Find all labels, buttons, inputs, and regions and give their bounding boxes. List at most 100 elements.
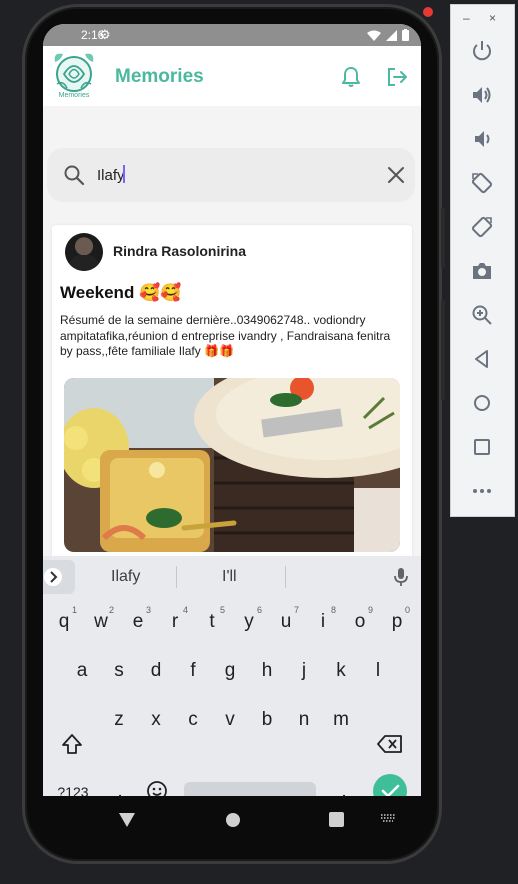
key-hint: 7 [293,605,299,615]
emulator-toolbar: – × [450,4,515,517]
key-label: w [94,611,108,632]
shift-icon [62,734,82,754]
post-body: Résumé de la semaine dernière..034906274… [60,313,391,358]
key-label: i [320,611,326,632]
key-hint: 6 [256,605,262,615]
rotate-left-icon[interactable] [470,171,494,195]
phone-screen: 2:16 ⚙ Memories Memories Ilafy Rindra Ra… [43,24,421,796]
rotate-right-icon[interactable] [470,215,494,239]
chevron-right-icon [44,568,62,586]
key-hint: 2 [108,605,114,615]
expand-toolbar-button[interactable] [43,560,75,594]
back-triangle-icon[interactable] [119,812,135,828]
recents-square-icon[interactable] [329,812,344,827]
key-v[interactable]: v [213,700,247,740]
shift-key[interactable] [55,732,89,762]
key-t[interactable]: t5 [195,602,229,642]
home-circle-icon[interactable] [225,812,241,828]
key-w[interactable]: w2 [84,602,118,642]
volume-up-icon[interactable] [470,83,494,107]
rose-logo-icon [54,53,94,92]
search-input[interactable] [97,164,367,186]
more-icon[interactable] [470,479,494,503]
key-l[interactable]: l [361,651,395,691]
post-card[interactable]: Rindra Rasolonirina Weekend 🥰🥰 Résumé de… [52,225,412,565]
toolbar-window-controls: – × [451,11,516,25]
mic-icon [394,568,408,586]
camera-icon[interactable] [470,259,494,283]
settings-gear-icon: ⚙ [99,27,111,42]
key-a[interactable]: a [65,651,99,691]
key-i[interactable]: i8 [306,602,340,642]
clear-search-button[interactable] [385,164,407,186]
soft-keyboard: Ilafy I'll q1 w2 e3 r4 t5 y6 u7 i8 o9 p … [43,556,421,796]
key-label: q [58,611,70,632]
backspace-key[interactable] [375,734,405,758]
logo-caption: Memories [58,92,90,99]
comma-key[interactable]: , [103,772,137,796]
symbols-key[interactable]: ?123 [55,782,91,796]
key-y[interactable]: y6 [232,602,266,642]
system-nav-bar [43,796,421,844]
key-p[interactable]: p0 [380,602,414,642]
key-n[interactable]: n [287,700,321,740]
key-hint: 0 [404,605,410,615]
keyboard-switch-icon[interactable] [380,814,396,824]
check-icon [381,784,400,796]
key-hint: 1 [71,605,77,615]
text-cursor [123,165,125,183]
overview-icon[interactable] [470,435,494,459]
suggestion-1[interactable]: Ilafy [111,568,140,586]
back-icon[interactable] [470,347,494,371]
key-s[interactable]: s [102,651,136,691]
key-c[interactable]: c [176,700,210,740]
smiley-icon [147,781,167,796]
key-f[interactable]: f [176,651,210,691]
divider [285,566,286,588]
search-bar[interactable] [47,148,415,202]
key-z[interactable]: z [102,700,136,740]
volume-down-icon[interactable] [470,127,494,151]
key-r[interactable]: r4 [158,602,192,642]
avatar[interactable] [65,233,103,271]
key-j[interactable]: j [287,651,321,691]
post-image[interactable] [64,378,400,552]
key-d[interactable]: d [139,651,173,691]
key-hint: 9 [367,605,373,615]
bell-icon [342,67,360,87]
key-hint: 4 [182,605,188,615]
key-label: r [171,611,179,632]
app-bar: Memories Memories [43,46,421,106]
voice-input-button[interactable] [393,567,409,592]
notifications-button[interactable] [339,65,363,89]
key-h[interactable]: h [250,651,284,691]
power-icon[interactable] [470,39,494,63]
key-label: y [244,611,254,632]
enter-key[interactable] [373,774,407,796]
food-photo [64,378,400,552]
post-author[interactable]: Rindra Rasolonirina [113,243,246,259]
space-key[interactable] [184,782,316,796]
home-icon[interactable] [470,391,494,415]
logout-button[interactable] [385,65,409,89]
wifi-icon [367,30,381,41]
suggestion-2[interactable]: I'll [222,568,237,586]
key-m[interactable]: m [324,700,358,740]
key-k[interactable]: k [324,651,358,691]
key-u[interactable]: u7 [269,602,303,642]
key-o[interactable]: o9 [343,602,377,642]
key-q[interactable]: q1 [47,602,81,642]
key-label: e [132,611,144,632]
backspace-icon [377,735,402,753]
zoom-icon[interactable] [470,303,494,327]
key-g[interactable]: g [213,651,247,691]
key-e[interactable]: e3 [121,602,155,642]
emoji-key[interactable] [145,780,169,796]
key-hint: 5 [219,605,225,615]
close-window-button[interactable]: × [489,11,496,25]
period-key[interactable]: . [327,772,361,796]
key-b[interactable]: b [250,700,284,740]
divider [176,566,177,588]
key-x[interactable]: x [139,700,173,740]
minimize-button[interactable]: – [463,11,470,25]
